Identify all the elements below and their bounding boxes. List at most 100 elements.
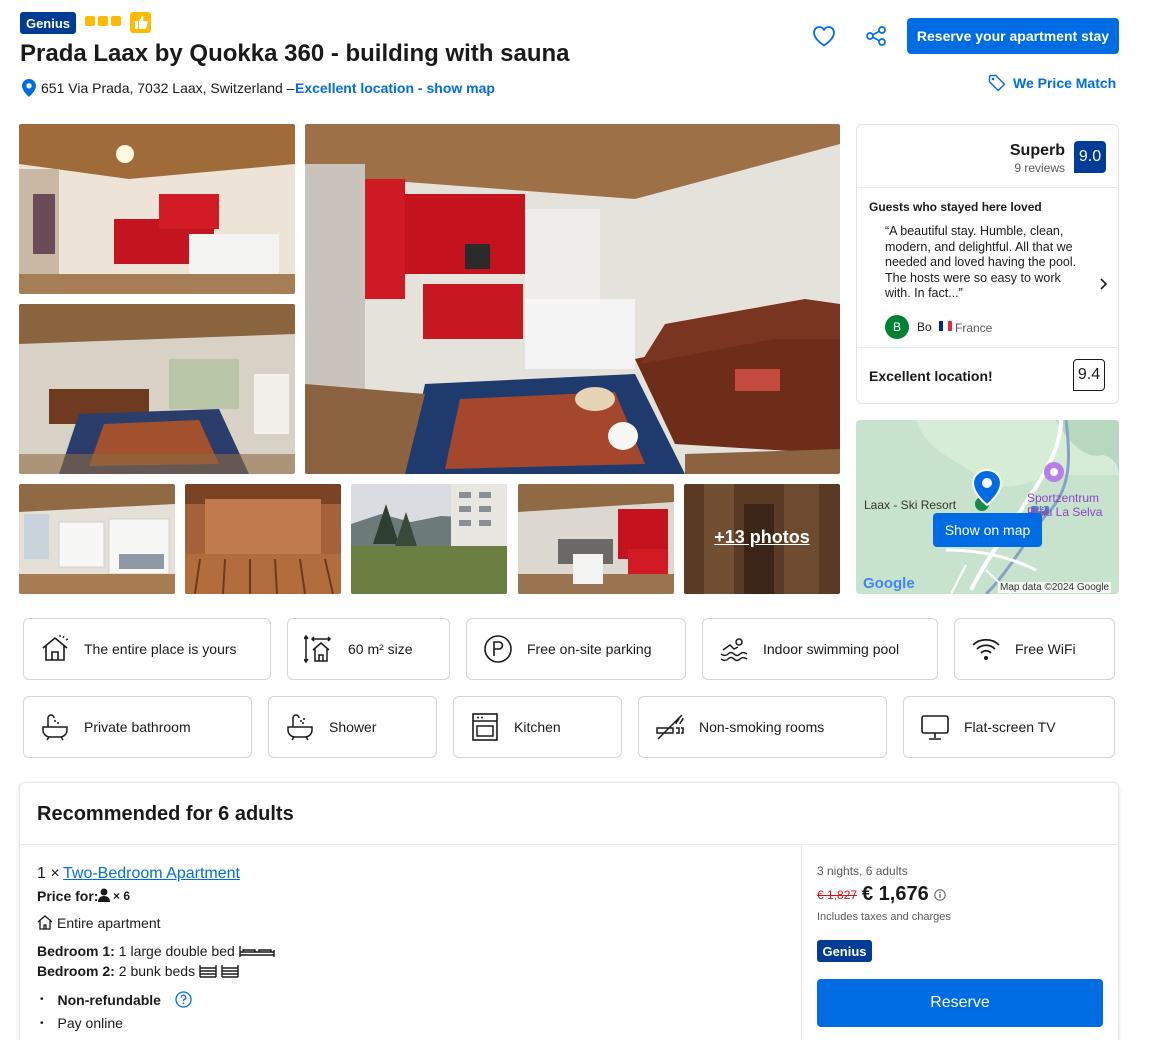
bullet-pay-online: • Pay online xyxy=(40,1015,123,1031)
facility-label: Free on-site parking xyxy=(527,641,652,657)
price-column-divider xyxy=(801,845,802,1040)
facility-private-bathroom: Private bathroom xyxy=(23,696,252,758)
divider xyxy=(857,347,1118,348)
no-smoking-icon xyxy=(656,714,684,740)
facility-shower: Shower xyxy=(268,696,437,758)
house-icon xyxy=(42,635,69,661)
size-icon xyxy=(304,634,332,664)
bedroom1-label: Bedroom 1: xyxy=(37,943,115,959)
pin-icon xyxy=(22,79,36,97)
save-heart-button[interactable] xyxy=(812,25,836,47)
apartment-icon xyxy=(37,915,53,930)
facility-label: Flat-screen TV xyxy=(964,719,1056,735)
map-preview[interactable]: Laax - Ski Resort Sportzentrum Prau La S… xyxy=(856,420,1119,594)
show-on-map-button[interactable]: Show on map xyxy=(933,513,1042,547)
facility-label: Kitchen xyxy=(514,719,561,735)
room-type-link[interactable]: Two-Bedroom Apartment xyxy=(63,865,240,883)
divider xyxy=(857,187,1118,188)
map-label-resort: Laax - Ski Resort xyxy=(864,498,957,512)
taxes-note: Includes taxes and charges xyxy=(817,911,951,923)
stay-summary: 3 nights, 6 adults xyxy=(817,864,908,878)
photo-exterior[interactable] xyxy=(351,484,507,594)
more-photos-label: +13 photos xyxy=(714,527,810,547)
page-title: Prada Laax by Quokka 360 - building with… xyxy=(20,40,570,67)
map-credit: Map data ©2024 Google xyxy=(998,582,1112,593)
old-price: € 1,827 xyxy=(817,888,858,902)
genius-badge-small: Genius xyxy=(817,940,872,962)
facility-label: 60 m² size xyxy=(348,641,413,657)
bedroom1: Bedroom 1: 1 large double bed xyxy=(37,943,275,959)
wifi-icon xyxy=(972,638,1000,660)
photo-kitchen-overview[interactable] xyxy=(19,124,295,294)
facility-label: Shower xyxy=(329,719,377,735)
location-score: 9.4 xyxy=(1073,359,1105,391)
bedroom1-value: 1 large double bed xyxy=(118,943,235,959)
review-card: Superb 9 reviews 9.0 Guests who stayed h… xyxy=(856,124,1119,404)
share-icon xyxy=(866,26,886,46)
thumbs-up-icon xyxy=(130,12,151,33)
photo-living-room[interactable] xyxy=(19,304,295,474)
address: 651 Via Prada, 7032 Laax, Switzerland – xyxy=(41,80,295,96)
share-button[interactable] xyxy=(865,25,887,47)
info-icon[interactable] xyxy=(934,889,946,901)
entire-apartment-label: Entire apartment xyxy=(57,915,161,931)
bedroom2-label: Bedroom 2: xyxy=(37,963,115,979)
photo-main-apartment[interactable] xyxy=(305,124,840,474)
reviewer-name: Bo xyxy=(917,320,932,334)
price-match-label: We Price Match xyxy=(1013,75,1117,91)
location-label: Excellent location! xyxy=(869,368,993,384)
rating-word: Superb xyxy=(1009,142,1065,159)
price-for-label: Price for: xyxy=(37,888,99,904)
reviews-count: 9 reviews xyxy=(1014,161,1065,175)
divider xyxy=(20,844,1118,845)
bullet-non-refundable: • Non-refundable xyxy=(40,991,192,1008)
question-icon[interactable] xyxy=(175,991,192,1008)
bunk-bed-icon xyxy=(199,965,217,978)
facility-kitchen: Kitchen xyxy=(453,696,622,758)
pay-online-label: Pay online xyxy=(57,1015,123,1031)
facility-wifi: Free WiFi xyxy=(954,618,1115,680)
star-rating xyxy=(85,16,121,26)
heart-icon xyxy=(813,26,835,47)
reserve-button[interactable]: Reserve xyxy=(817,979,1103,1027)
facility-parking: Free on-site parking xyxy=(466,618,686,680)
reviewer-avatar: B xyxy=(885,315,909,339)
facility-non-smoking: Non-smoking rooms xyxy=(638,696,887,758)
photo-dining-kitchen[interactable] xyxy=(518,484,674,594)
recommended-panel: Recommended for 6 adults 1 × Two-Bedroom… xyxy=(19,782,1119,1040)
person-icon xyxy=(98,888,110,902)
review-quote: “A beautiful stay. Humble, clean, modern… xyxy=(885,224,1077,300)
price-match-link[interactable]: We Price Match xyxy=(988,74,1116,92)
show-map-link[interactable]: Excellent location - show map xyxy=(295,80,495,96)
road-number: 19 xyxy=(1037,506,1045,513)
reviewer-country: France xyxy=(955,321,993,335)
facility-entire-place: The entire place is yours xyxy=(23,618,271,680)
facility-label: Indoor swimming pool xyxy=(763,641,900,657)
photo-more[interactable]: +13 photos xyxy=(684,484,840,594)
facility-label: Free WiFi xyxy=(1015,641,1076,657)
reserve-stay-button[interactable]: Reserve your apartment stay xyxy=(907,18,1119,54)
bedroom2: Bedroom 2: 2 bunk beds xyxy=(37,963,239,979)
current-price: € 1,676 xyxy=(862,883,929,905)
genius-badge: Genius xyxy=(20,12,76,34)
loved-title: Guests who stayed here loved xyxy=(869,200,1042,214)
facility-label: The entire place is yours xyxy=(84,641,237,657)
photo-bunk-beds[interactable] xyxy=(19,484,175,594)
facility-label: Non-smoking rooms xyxy=(699,719,825,735)
bedroom2-value: 2 bunk beds xyxy=(118,963,196,979)
star-icon xyxy=(85,16,95,26)
shower-icon xyxy=(287,714,313,741)
facility-size: 60 m² size xyxy=(287,618,450,680)
france-flag-icon xyxy=(939,321,952,331)
photo-sauna[interactable] xyxy=(185,484,341,594)
score-badge[interactable]: 9.0 xyxy=(1074,141,1106,173)
facility-label: Private bathroom xyxy=(84,719,191,735)
facility-tv: Flat-screen TV xyxy=(903,696,1115,758)
tag-icon xyxy=(988,74,1006,92)
map-label-sport-1: Sportzentrum xyxy=(1027,491,1100,505)
non-refundable-label: Non-refundable xyxy=(57,991,161,1008)
double-bed-icon xyxy=(239,946,275,957)
next-review-button[interactable] xyxy=(1098,277,1108,291)
chevron-right-icon xyxy=(1100,278,1108,290)
bunk-bed-icon xyxy=(221,965,239,978)
